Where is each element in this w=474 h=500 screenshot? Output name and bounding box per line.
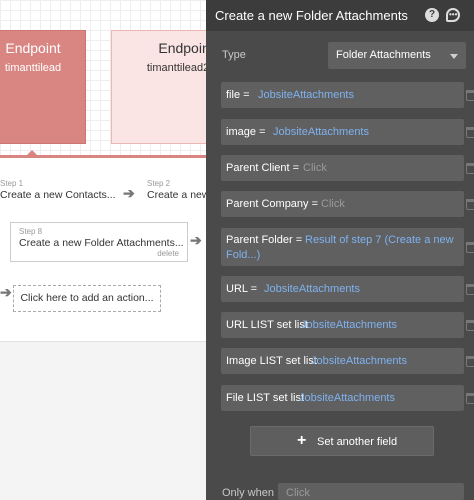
arrow-right-icon: ➔ xyxy=(0,284,12,300)
field-label: Image LIST set list xyxy=(226,355,317,367)
event-area: Endpoint timanttilead Endpoint timanttil… xyxy=(0,0,206,156)
field-value-continued[interactable]: Fold...) xyxy=(226,249,260,261)
endpoint-title: Endpoint xyxy=(5,40,61,56)
only-when-row: Only when Click xyxy=(206,480,474,500)
field-label: file = xyxy=(226,89,250,101)
type-dropdown[interactable]: Folder Attachments xyxy=(328,42,466,69)
field-label: Parent Folder = xyxy=(226,234,303,246)
trash-icon[interactable] xyxy=(466,320,474,331)
step-8-card[interactable]: Step 8 Create a new Folder Attachments..… xyxy=(10,222,188,262)
workflow-steps: Step 1 Create a new Contacts... ➔ Step 2… xyxy=(0,158,206,342)
step-2-label: Step 2 xyxy=(147,179,171,188)
field-label: image = xyxy=(226,126,266,138)
endpoint-card[interactable]: Endpoint timanttilead2-de xyxy=(111,30,206,144)
field-value[interactable]: JobsiteAttachments xyxy=(273,126,369,138)
action-editor-panel: Create a new Folder Attachments ? ••• Ty… xyxy=(206,0,474,500)
field-value[interactable]: JobsiteAttachments xyxy=(258,89,354,101)
field-label: URL = xyxy=(226,283,258,295)
set-another-field-label: Set another field xyxy=(317,436,398,448)
step-1-label: Step 1 xyxy=(0,179,24,188)
trash-icon[interactable] xyxy=(466,356,474,367)
panel-header: Create a new Folder Attachments ? ••• xyxy=(206,0,474,31)
field-row-file-list[interactable]: File LIST set list JobsiteAttachments xyxy=(221,385,464,411)
delete-step-button[interactable]: delete xyxy=(157,249,179,258)
chevron-down-icon xyxy=(450,54,458,59)
type-label: Type xyxy=(222,49,246,61)
step-2-action[interactable]: Create a new xyxy=(147,189,206,201)
field-value[interactable]: JobsiteAttachments xyxy=(299,392,395,404)
field-value[interactable]: Result of step 7 (Create a new xyxy=(305,234,454,246)
arrow-right-icon: ➔ xyxy=(123,185,135,201)
trash-icon[interactable] xyxy=(466,393,474,404)
trash-icon[interactable] xyxy=(466,90,474,101)
field-value[interactable]: JobsiteAttachments xyxy=(264,283,360,295)
trash-icon[interactable] xyxy=(466,242,474,253)
field-value[interactable]: JobsiteAttachments xyxy=(301,319,397,331)
only-when-label: Only when xyxy=(222,487,274,499)
comment-icon[interactable]: ••• xyxy=(446,8,460,22)
set-another-field-button[interactable]: + Set another field xyxy=(250,426,434,456)
help-icon[interactable]: ? xyxy=(425,8,439,22)
field-row-parent-company[interactable]: Parent Company = Click xyxy=(221,191,464,217)
endpoint-name: timanttilead2-de xyxy=(146,62,206,74)
plus-icon: + xyxy=(297,432,307,449)
endpoint-card-selected[interactable]: Endpoint timanttilead xyxy=(0,30,86,144)
only-when-placeholder: Click xyxy=(286,487,310,499)
field-row-parent-folder[interactable]: Parent Folder = Result of step 7 (Create… xyxy=(221,228,464,266)
arrow-right-icon: ➔ xyxy=(190,232,202,248)
field-label: Parent Client = xyxy=(226,162,300,174)
type-dropdown-value: Folder Attachments xyxy=(336,49,431,61)
field-row-file[interactable]: file = JobsiteAttachments xyxy=(221,82,464,108)
trash-icon[interactable] xyxy=(466,284,474,295)
only-when-input[interactable]: Click xyxy=(278,483,464,500)
trash-icon[interactable] xyxy=(466,127,474,138)
step-1-action[interactable]: Create a new Contacts... xyxy=(0,189,116,201)
field-value[interactable]: Click xyxy=(303,162,327,174)
endpoint-name: timanttilead xyxy=(4,62,62,74)
field-row-url[interactable]: URL = JobsiteAttachments xyxy=(221,276,464,302)
field-row-parent-client[interactable]: Parent Client = Click xyxy=(221,155,464,181)
trash-icon[interactable] xyxy=(466,163,474,174)
step-8-action: Create a new Folder Attachments... xyxy=(19,237,184,249)
field-row-url-list[interactable]: URL LIST set list JobsiteAttachments xyxy=(221,312,464,338)
step-8-label: Step 8 xyxy=(19,227,43,236)
endpoint-title: Endpoint xyxy=(158,40,206,56)
field-row-image-list[interactable]: Image LIST set list JobsiteAttachments xyxy=(221,348,464,374)
field-row-image[interactable]: image = JobsiteAttachments xyxy=(221,119,464,145)
field-label: Parent Company = xyxy=(226,198,319,210)
field-value[interactable]: JobsiteAttachments xyxy=(311,355,407,367)
field-label: URL LIST set list xyxy=(226,319,308,331)
panel-title: Create a new Folder Attachments xyxy=(215,8,408,23)
add-action-button[interactable]: Click here to add an action... xyxy=(13,285,161,312)
trash-icon[interactable] xyxy=(466,199,474,210)
field-label: File LIST set list xyxy=(226,392,305,404)
field-value[interactable]: Click xyxy=(321,198,345,210)
workflow-canvas[interactable]: Endpoint timanttilead Endpoint timanttil… xyxy=(0,0,206,500)
